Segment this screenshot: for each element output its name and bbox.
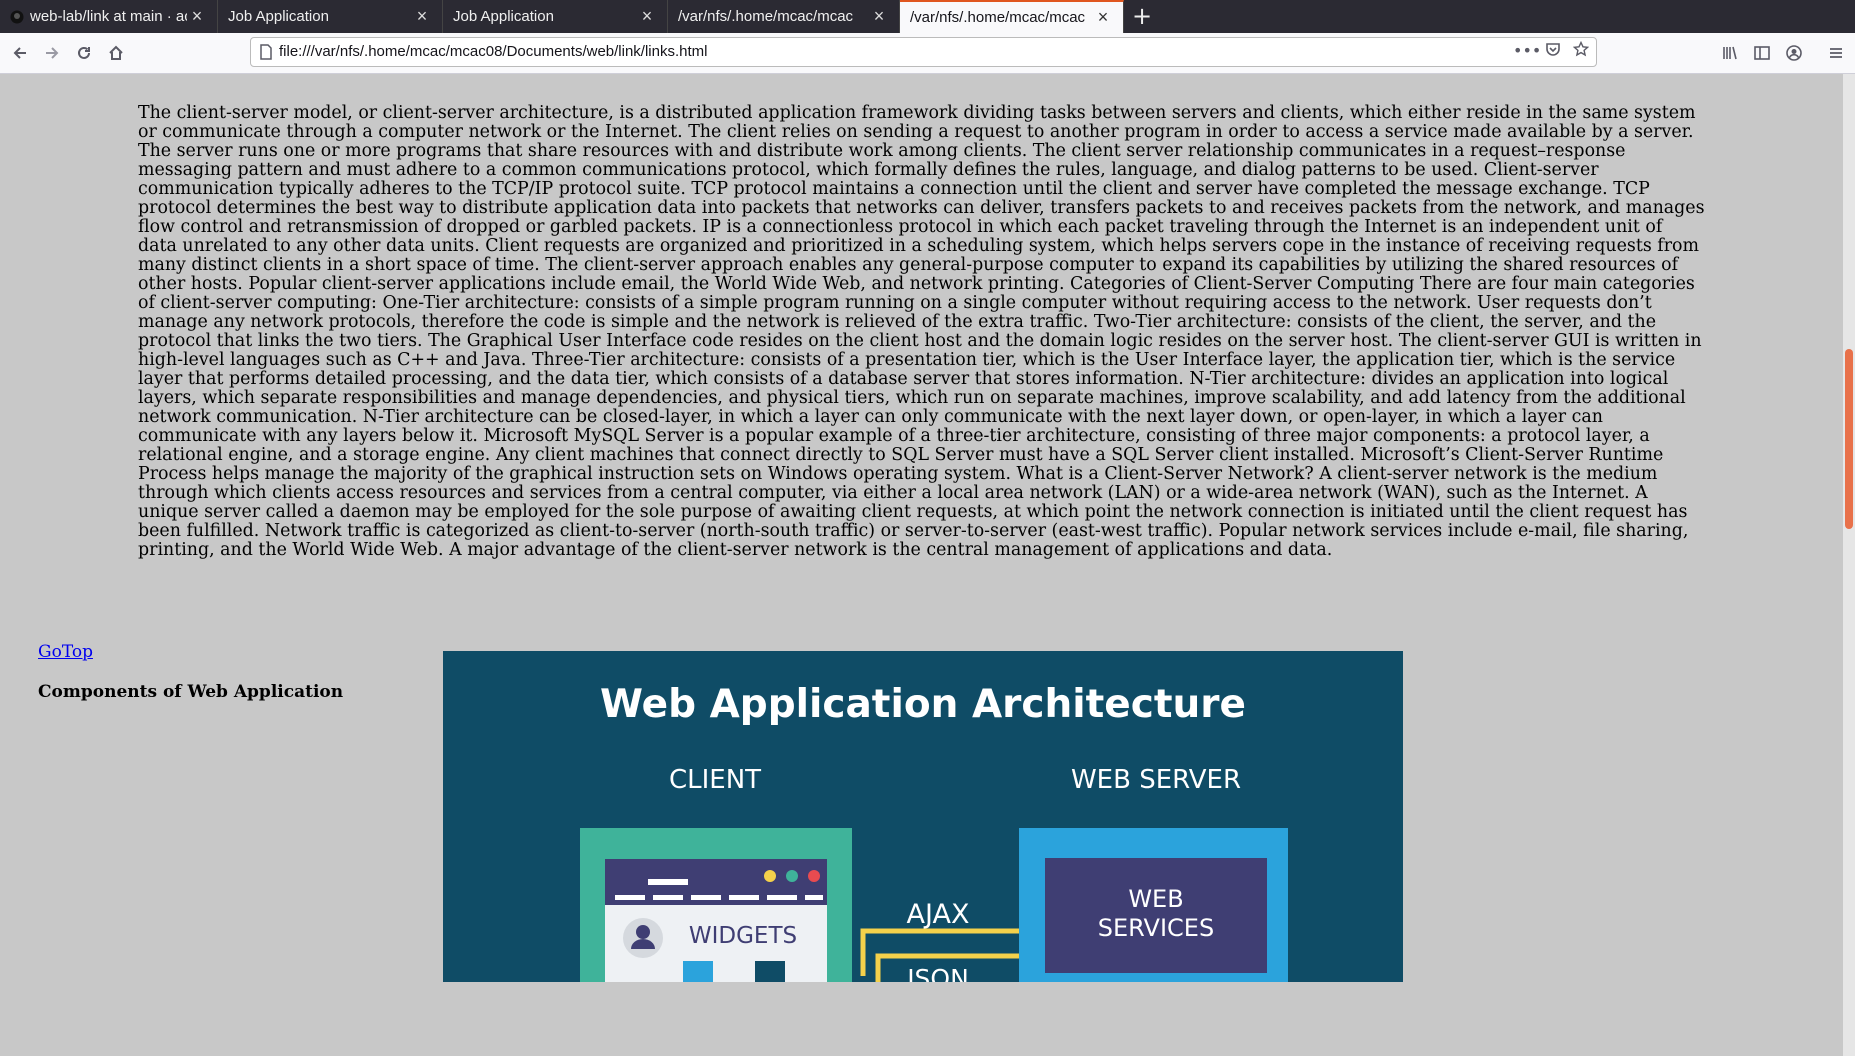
new-tab-button[interactable]: + [1124, 0, 1160, 33]
pocket-icon[interactable] [1541, 41, 1565, 63]
forward-button[interactable] [38, 39, 66, 67]
sidebar-icon [1754, 46, 1770, 60]
ajax-label: AJAX [907, 899, 970, 930]
account-button[interactable] [1780, 39, 1808, 67]
json-label: JSON [905, 964, 969, 982]
close-icon[interactable]: × [1093, 7, 1113, 28]
web-server-label: WEB SERVER [1071, 765, 1241, 795]
window-dot-yellow [764, 870, 776, 882]
menu-button[interactable] [1822, 39, 1850, 67]
tab-label: web-lab/link at main · ac [30, 8, 187, 25]
account-icon [1786, 45, 1802, 61]
url-bar[interactable]: file:///var/nfs/.home/mcac/mcac08/Docume… [250, 37, 1597, 67]
home-button[interactable] [102, 39, 130, 67]
navigation-toolbar: file:///var/nfs/.home/mcac/mcac08/Docume… [0, 33, 1855, 74]
hamburger-menu-icon [1830, 48, 1842, 58]
library-button[interactable] [1716, 39, 1744, 67]
back-arrow-icon [13, 47, 26, 59]
tab-strip: web-lab/link at main · ac × Job Applicat… [0, 0, 1855, 33]
close-icon[interactable]: × [869, 6, 889, 27]
tab-job-application-1[interactable]: Job Application × [218, 0, 443, 33]
web-services-label-line1: WEB [1128, 885, 1183, 913]
section-heading: Components of Web Application [38, 682, 344, 702]
tab-job-application-2[interactable]: Job Application × [443, 0, 668, 33]
web-application-architecture-image: Web Application Architecture CLIENT WEB … [443, 651, 1403, 982]
gotop-link[interactable]: GoTop [38, 642, 93, 662]
library-icon [1723, 46, 1737, 60]
home-icon [109, 45, 123, 60]
tab-label: Job Application [453, 8, 554, 25]
forward-arrow-icon [46, 47, 59, 59]
reload-icon [78, 46, 90, 59]
page-actions-icon[interactable]: ••• [1513, 41, 1541, 63]
vertical-scrollbar[interactable] [1843, 74, 1855, 1056]
scrollbar-thumb[interactable] [1845, 349, 1853, 529]
widgets-label: WIDGETS [689, 923, 797, 949]
diagram-title: Web Application Architecture [600, 682, 1246, 727]
reload-button[interactable] [70, 39, 98, 67]
page-icon [259, 44, 273, 60]
close-icon[interactable]: × [187, 6, 207, 27]
tab-label: Job Application [228, 8, 329, 25]
tab-label: /var/nfs/.home/mcac/mcac [678, 8, 854, 25]
web-services-label-line2: SERVICES [1098, 914, 1214, 942]
sidebar-button[interactable] [1748, 39, 1776, 67]
tab-label: /var/nfs/.home/mcac/mcac [910, 9, 1086, 26]
tab-file-path-active[interactable]: /var/nfs/.home/mcac/mcac × [900, 0, 1124, 33]
tab-web-lab[interactable]: web-lab/link at main · ac × [0, 0, 218, 33]
client-server-paragraph: The client-server model, or client-serve… [138, 103, 1705, 560]
back-button[interactable] [6, 39, 34, 67]
window-dot-green [786, 870, 798, 882]
bookmark-star-icon[interactable] [1569, 40, 1593, 63]
tab-file-path-1[interactable]: /var/nfs/.home/mcac/mcac × [668, 0, 900, 33]
github-icon [10, 10, 24, 24]
window-dot-red [808, 870, 820, 882]
user-icon [623, 918, 663, 958]
close-icon[interactable]: × [637, 6, 657, 27]
url-text[interactable]: file:///var/nfs/.home/mcac/mcac08/Docume… [279, 43, 707, 60]
client-label: CLIENT [669, 765, 761, 795]
close-icon[interactable]: × [412, 6, 432, 27]
